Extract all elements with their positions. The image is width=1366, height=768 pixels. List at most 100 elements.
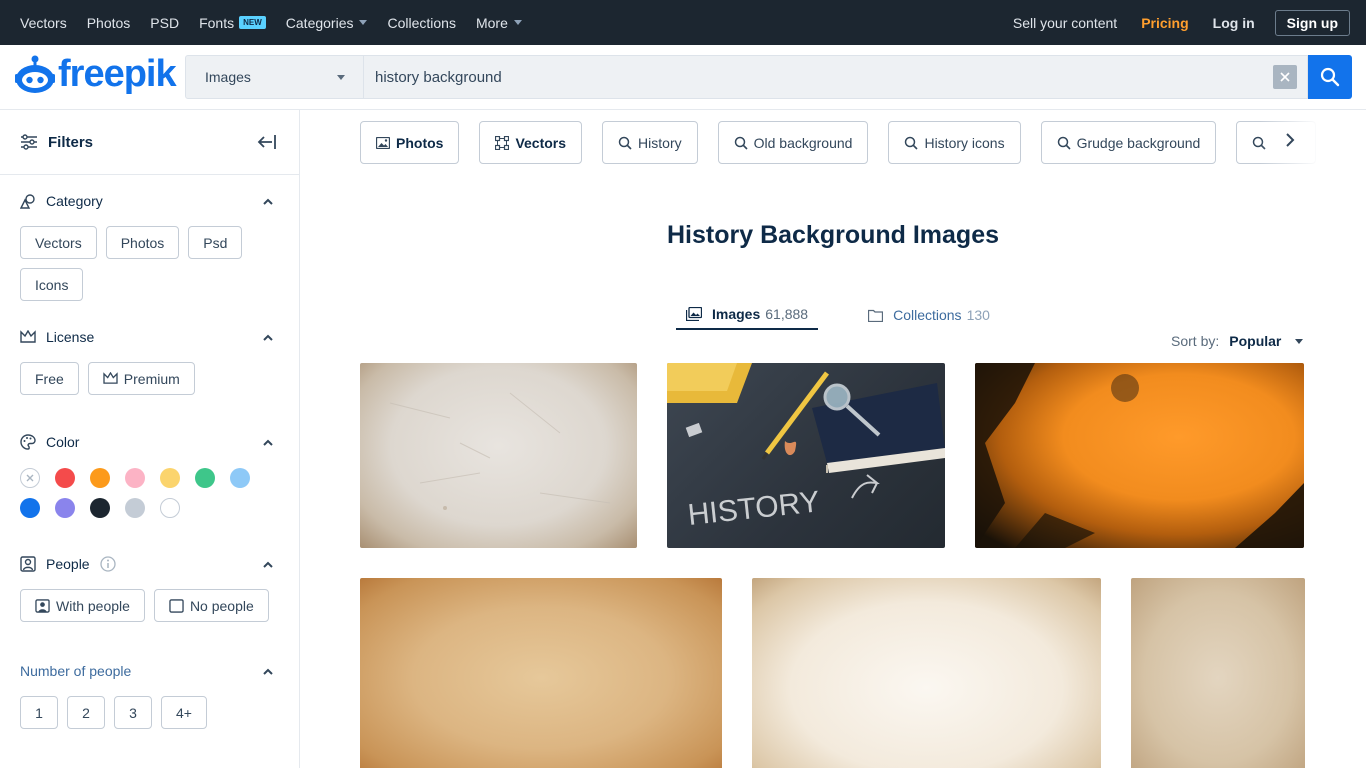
freepik-logo[interactable]: freepik [14,53,177,96]
suggestion-history[interactable]: History [602,121,698,164]
suggestion-history-label: History [638,134,682,151]
search-icon [618,136,632,150]
clear-search-button[interactable] [1273,65,1297,89]
category-filter: Category Vectors Photos Psd Icons [0,191,299,310]
number-of-people-header[interactable]: Number of people [20,661,279,681]
search-button[interactable] [1308,55,1352,99]
color-gray-swatch[interactable] [125,498,145,518]
license-free-chip[interactable]: Free [20,362,79,395]
people-header[interactable]: People [20,554,279,574]
no-people-chip[interactable]: No people [153,589,269,622]
collapse-sidebar-icon[interactable] [257,132,277,152]
category-photos-chip[interactable]: Photos [105,226,180,259]
nav-categories[interactable]: Categories [286,15,368,31]
people-options: With people No people [20,589,279,631]
suggestion-vectors[interactable]: Vectors [479,121,583,164]
result-image[interactable] [975,363,1304,548]
page-title: History Background Images [666,221,1000,249]
grunge-texture [975,363,1304,548]
result-image[interactable] [752,578,1101,768]
license-label: License [46,329,95,345]
license-premium-chip[interactable]: Premium [87,362,195,395]
nav-photos[interactable]: Photos [87,15,131,31]
category-header[interactable]: Category [20,191,279,211]
suggestion-photos-label: Photos [396,134,444,151]
images-icon [686,307,702,321]
result-image[interactable] [360,578,722,768]
chevron-up-icon[interactable] [263,439,273,446]
chalkboard-books-illustration: HISTORY [667,363,945,532]
people-count-3-chip[interactable]: 3 [114,696,152,729]
color-pink-swatch[interactable] [125,468,145,488]
category-icons-chip[interactable]: Icons [20,268,84,301]
nav-fonts[interactable]: Fonts NEW [199,15,266,31]
image-icon [376,136,390,149]
chevron-down-icon [513,20,522,25]
nav-categories-label: Categories [285,14,354,31]
with-people-label: With people [56,597,130,614]
search-header: freepik Images [0,45,1366,110]
tab-collections-label: Collections [893,307,962,323]
tab-images-count: 61,888 [765,306,809,322]
people-filter: People With people No people [0,554,299,631]
chevron-right-icon[interactable] [1285,132,1295,148]
result-image[interactable]: HISTORY [667,363,945,548]
color-blue-swatch[interactable] [20,498,40,518]
suggestion-photos[interactable]: Photos [360,121,460,164]
color-cyan-swatch[interactable] [230,468,250,488]
nav-more-label: More [475,14,508,31]
color-filter: Color [0,432,299,518]
category-psd-chip[interactable]: Psd [188,226,243,259]
result-image[interactable] [360,363,637,548]
chevron-up-icon[interactable] [263,198,273,205]
color-white-swatch[interactable] [160,498,180,518]
sell-content-link[interactable]: Sell your content [1013,15,1117,31]
close-icon [26,474,34,482]
color-green-swatch[interactable] [195,468,215,488]
license-header[interactable]: License [20,327,279,347]
license-premium-label: Premium [123,370,180,387]
filters-header: Filters [0,110,299,175]
suggestion-old-background[interactable]: Old background [717,121,869,164]
chevron-up-icon[interactable] [263,668,273,675]
signup-button[interactable]: Sign up [1274,9,1350,36]
license-filter: License Free Premium [0,327,299,404]
color-yellow-swatch[interactable] [160,468,180,488]
people-count-2-chip[interactable]: 2 [67,696,105,729]
chevron-up-icon[interactable] [263,334,273,341]
color-black-swatch[interactable] [90,498,110,518]
color-orange-swatch[interactable] [90,468,110,488]
suggestion-grudge-background-label: Grudge background [1076,134,1201,151]
people-count-4plus-chip[interactable]: 4+ [161,696,207,729]
crown-icon [103,372,118,384]
color-label: Color [46,434,80,450]
nav-more[interactable]: More [476,15,522,31]
color-red-swatch[interactable] [55,468,75,488]
result-image[interactable] [1131,578,1305,768]
info-icon[interactable] [99,556,116,572]
chevron-down-icon [359,20,368,25]
search-type-dropdown[interactable]: Images [186,56,364,98]
search-input[interactable] [364,56,1273,98]
with-people-chip[interactable]: With people [20,589,145,622]
suggestion-grudge-background[interactable]: Grudge background [1040,121,1217,164]
tab-images[interactable]: Images 61,888 [676,300,819,330]
nav-vectors[interactable]: Vectors [20,15,67,31]
color-none-swatch[interactable] [20,468,40,488]
new-badge: NEW [239,16,266,29]
suggestion-history-icons[interactable]: History icons [888,121,1021,164]
nav-psd[interactable]: PSD [150,15,179,31]
chevron-down-icon [337,74,345,80]
category-vectors-chip[interactable]: Vectors [20,226,97,259]
color-header[interactable]: Color [20,432,279,452]
nav-collections[interactable]: Collections [387,15,455,31]
search-icon [734,136,748,150]
empty-frame-icon [169,598,184,613]
sort-control[interactable]: Sort by: Popular [1171,333,1304,349]
pricing-link[interactable]: Pricing [1141,15,1188,31]
color-purple-swatch[interactable] [55,498,75,518]
tab-collections[interactable]: Collections 130 [858,300,1000,330]
login-link[interactable]: Log in [1213,15,1255,31]
chevron-up-icon[interactable] [263,561,273,568]
people-count-1-chip[interactable]: 1 [20,696,58,729]
